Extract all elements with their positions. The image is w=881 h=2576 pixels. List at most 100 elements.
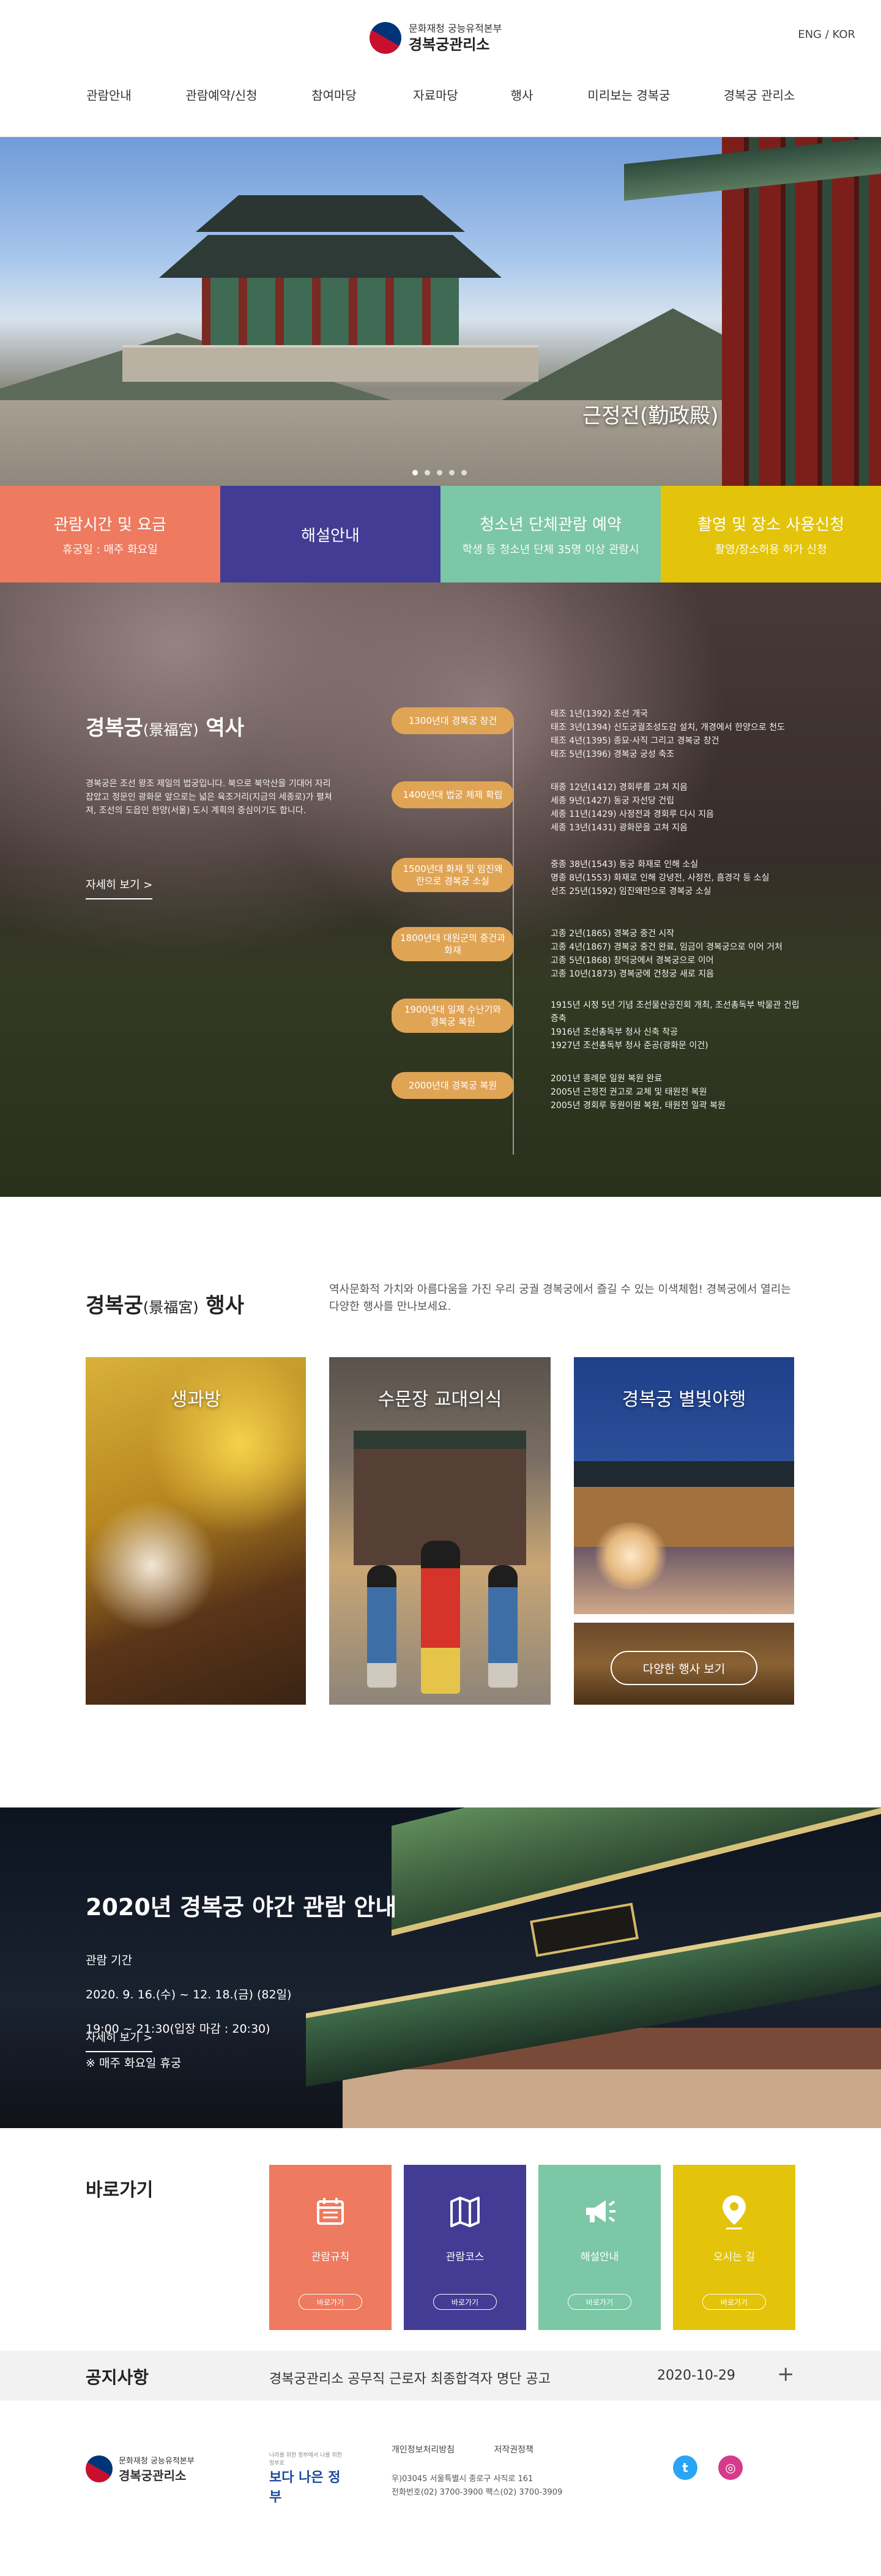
night-more-link[interactable]: 자세히 보기 > (86, 2029, 153, 2052)
timeline-era: 1800년대 대원군의 중건과 화재 (392, 927, 514, 961)
nav-item-preview[interactable]: 미리보는 경복궁 (587, 86, 670, 103)
notice-bar: 공지사항 경복궁관리소 공무직 근로자 최종합격자 명단 공고 2020-10-… (0, 2351, 881, 2400)
event-card-starlight-night[interactable]: 경복궁 별빛야행 (574, 1357, 794, 1614)
history-title: 경복궁(景福宮) 역사 (86, 716, 244, 740)
site-logo[interactable]: 문화재청 궁능유적본부 경복궁관리소 (370, 22, 502, 54)
site-header: 문화재청 궁능유적본부 경복궁관리소 ENG / KOR 관람안내 관람예약/신… (0, 0, 881, 137)
instagram-icon[interactable]: ◎ (718, 2455, 743, 2480)
night-gate-signboard (530, 1902, 639, 1957)
taegeuk-logo-icon (86, 2455, 113, 2482)
tile-subtitle: 학생 등 청소년 단체 35명 이상 관람시 (462, 543, 639, 556)
hero-colonnade (722, 137, 881, 486)
footer-address-line: 우)03045 서울특별시 종로구 사직로 161 (392, 2474, 533, 2484)
timeline-era-detail: 중종 38년(1543) 동궁 화재로 인해 소실 명종 8년(1553) 화재로… (551, 860, 770, 896)
language-switch[interactable]: ENG / KOR (798, 28, 855, 41)
tile-subtitle: 휴궁일 : 매주 화요일 (62, 543, 158, 556)
slider-dot[interactable] (425, 470, 430, 475)
nav-item-participation[interactable]: 참여마당 (311, 86, 357, 103)
nav-item-events[interactable]: 행사 (511, 86, 533, 103)
shortcut-label: 관람규칙 (311, 2251, 350, 2263)
night-period-label: 관람 기간 (86, 1954, 132, 1967)
slider-dot[interactable] (437, 470, 442, 475)
nav-item-reservation[interactable]: 관람예약/신청 (185, 86, 257, 103)
timeline-era: 1900년대 일제 수난기와 경복궁 복원 (392, 999, 514, 1033)
hero-palace-upper-roof (196, 195, 465, 232)
footer-org-main: 경복궁관리소 (119, 2468, 187, 2483)
privacy-policy-link[interactable]: 개인정보처리방침 (392, 2445, 455, 2455)
nav-item-resources[interactable]: 자료마당 (413, 86, 458, 103)
footer-logo[interactable]: 문화재청 궁능유적본부 경복궁관리소 (86, 2454, 195, 2484)
tile-title: 청소년 단체관람 예약 (480, 515, 622, 534)
hero-slider[interactable]: 근정전(勤政殿) (0, 137, 881, 486)
nav-item-office[interactable]: 경복궁 관리소 (724, 86, 795, 103)
shortcut-title: 바로가기 (86, 2180, 154, 2201)
shortcut-go-button[interactable]: 바로가기 (299, 2294, 362, 2310)
guard-figure (367, 1565, 396, 1688)
copyright-policy-link[interactable]: 저작권정책 (494, 2445, 533, 2455)
night-gate-roof (392, 1807, 881, 1936)
history-section: 경복궁(景福宮) 역사 경복궁은 조선 왕조 제일의 법궁입니다. 북으로 북악… (0, 583, 881, 1197)
hero-palace-hall (202, 278, 459, 345)
nav-item-visit-info[interactable]: 관람안내 (86, 86, 132, 103)
hero-caption: 근정전(勤政殿) (582, 404, 719, 428)
event-card-guard-ceremony[interactable]: 수문장 교대의식 (329, 1357, 551, 1705)
shortcut-visit-rules[interactable]: 관람규칙 바로가기 (269, 2165, 392, 2330)
tile-title: 촬영 및 장소 사용신청 (697, 515, 845, 534)
events-title: 경복궁(景福宮) 행사 (86, 1294, 244, 1318)
tile-guide[interactable]: 해설안내 (220, 486, 441, 583)
timeline-era: 1300년대 경복궁 창건 (392, 707, 514, 734)
timeline-era: 1500년대 화재 및 임진왜란으로 경복궁 소실 (392, 858, 514, 892)
slider-dots (412, 470, 467, 475)
event-card-title: 경복궁 별빛야행 (622, 1389, 746, 1410)
event-card-title: 수문장 교대의식 (377, 1389, 502, 1410)
shortcut-courses[interactable]: 관람코스 바로가기 (404, 2165, 526, 2330)
shortcut-commentary[interactable]: 해설안내 바로가기 (538, 2165, 661, 2330)
timeline-era-detail: 2001년 흥례문 일원 복원 완료 2005년 근정전 권고로 교체 및 태원전… (551, 1074, 726, 1111)
notice-date: 2020-10-29 (657, 2368, 735, 2383)
footer-address: 우)03045 서울특별시 종로구 사직로 161 전화번호(02) 3700-… (392, 2473, 562, 2500)
logo-org-sub: 문화재청 궁능유적본부 (409, 23, 502, 34)
hero-palace-platform (122, 345, 538, 382)
shortcut-go-button[interactable]: 바로가기 (702, 2294, 766, 2310)
shortcut-directions[interactable]: 오시는 길 바로가기 (673, 2165, 795, 2330)
guard-figure (421, 1541, 460, 1694)
slider-dot[interactable] (449, 470, 455, 475)
footer-links: 개인정보처리방침 저작권정책 (392, 2443, 570, 2455)
history-description: 경복궁은 조선 왕조 제일의 법궁입니다. 북으로 북악산을 기대어 자리 잡았… (86, 779, 332, 816)
night-title: 2020년 경복궁 야간 관람 안내 (86, 1894, 397, 1921)
twitter-icon[interactable]: t (673, 2455, 697, 2480)
footer-contact-line: 전화번호(02) 3700-3900 팩스(02) 3700-3909 (392, 2488, 563, 2497)
notice-latest-link[interactable]: 경복궁관리소 공무직 근로자 최종합격자 명단 공고 (269, 2368, 551, 2388)
timeline-era-detail: 태종 12년(1412) 경회루를 고쳐 지음 세종 9년(1427) 동궁 자선… (551, 783, 714, 833)
sns-links: t ◎ (673, 2455, 743, 2480)
guard-figure (488, 1565, 518, 1688)
timeline-era: 2000년대 경복궁 복원 (392, 1072, 514, 1099)
government-slogan-logo[interactable]: 나라를 위한 정부에서 나를 위한 정부로 보다 나은 정부 (269, 2451, 349, 2505)
tile-subtitle: 촬영/장소허용 허가 신청 (715, 543, 827, 556)
shortcut-label: 관람코스 (445, 2251, 485, 2263)
shortcut-label: 해설안내 (580, 2251, 619, 2263)
timeline-era-detail: 고종 2년(1865) 경복궁 중건 시작 고종 4년(1867) 경복궁 중건 … (551, 929, 782, 979)
tile-hours-fees[interactable]: 관람시간 및 요금 휴궁일 : 매주 화요일 (0, 486, 220, 583)
notice-more-plus-icon[interactable]: + (777, 2362, 795, 2386)
lantern-tree (591, 1522, 671, 1590)
shortcut-go-button[interactable]: 바로가기 (568, 2294, 631, 2310)
timeline-era-detail: 태조 1년(1392) 조선 개국 태조 3년(1394) 신도궁궐조성도감 설치… (551, 709, 785, 759)
slider-dot[interactable] (412, 470, 418, 475)
shortcut-section: 바로가기 관람규칙 바로가기 관람코스 바로가기 해설안내 바로가기 오시는 길… (0, 2128, 881, 2351)
shortcut-go-button[interactable]: 바로가기 (433, 2294, 497, 2310)
tile-youth-group[interactable]: 청소년 단체관람 예약 학생 등 청소년 단체 35명 이상 관람시 (441, 486, 661, 583)
event-card-title: 생과방 (170, 1389, 221, 1410)
slider-dot[interactable] (461, 470, 467, 475)
event-card-saenggwabang[interactable]: 생과방 (86, 1357, 306, 1705)
tile-filming-venue[interactable]: 촬영 및 장소 사용신청 촬영/장소허용 허가 신청 (661, 486, 881, 583)
night-closed: ※ 매주 화요일 휴궁 (86, 2057, 182, 2070)
tile-title: 해설안내 (301, 526, 360, 545)
more-events-button[interactable]: 다양한 행사 보기 (611, 1651, 757, 1685)
history-more-link[interactable]: 자세히 보기 > (86, 876, 153, 899)
night-period: 2020. 9. 16.(수) ~ 12. 18.(금) (82일) (86, 1988, 292, 2001)
hero-palace-roof (159, 235, 502, 278)
night-info: 관람 기간 2020. 9. 16.(수) ~ 12. 18.(금) (82일)… (86, 1935, 291, 2089)
slogan-big: 보다 나은 정부 (269, 2470, 341, 2505)
map-icon (447, 2193, 483, 2230)
